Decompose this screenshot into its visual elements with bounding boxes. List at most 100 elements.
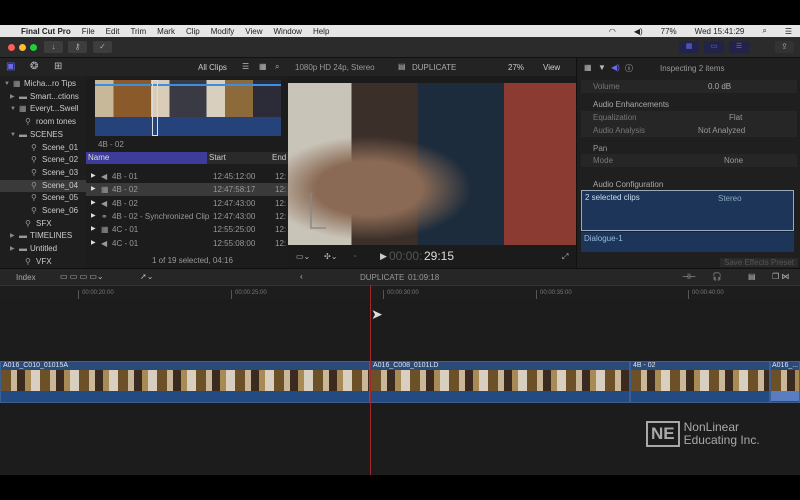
video-inspector-icon[interactable]: ▦ bbox=[584, 63, 592, 72]
table-row[interactable]: ▶ ⚭ 4B - 02 - Synchronized Clip 12:47:43:00… bbox=[86, 210, 288, 223]
sidebar-item[interactable]: ▼ ▦ Everyt...Swell bbox=[0, 103, 86, 115]
timeline-clip[interactable]: A016_C008_0101LD bbox=[370, 361, 630, 403]
menu-help[interactable]: Help bbox=[313, 27, 329, 36]
column-start[interactable]: Start bbox=[209, 152, 226, 164]
timeline-toggle-icon[interactable]: ▭ bbox=[704, 41, 724, 53]
menu-file[interactable]: File bbox=[82, 27, 95, 36]
clock[interactable]: Wed 15:41:29 bbox=[695, 27, 745, 36]
share-icon[interactable]: ⇪ bbox=[775, 41, 794, 53]
sidebar-item[interactable]: ⚲ VFX bbox=[0, 256, 86, 268]
sidebar-item[interactable]: ▼ ▦ Micha...ro Tips bbox=[0, 78, 86, 90]
import-icon[interactable]: ↓ bbox=[44, 41, 63, 53]
titles-icon[interactable]: ⊞ bbox=[54, 61, 62, 72]
selected-clips-group[interactable]: 2 selected clips Stereo bbox=[581, 190, 794, 231]
sidebar-item[interactable]: ⚲ room tones bbox=[0, 116, 86, 128]
close-button[interactable] bbox=[8, 44, 15, 51]
column-end[interactable]: End bbox=[272, 152, 286, 164]
sidebar-item[interactable]: ⚲ Scene_01 bbox=[0, 142, 86, 154]
edit-buttons-icon[interactable]: ▭ ▭ ▭ ▭⌄ bbox=[60, 272, 104, 281]
onscreen-control[interactable] bbox=[310, 193, 326, 229]
table-row[interactable]: ▶ ▦ 4C - 01 12:55:25:00 12: bbox=[86, 223, 288, 236]
sidebar-item[interactable]: ⚲ Scene_05 bbox=[0, 192, 86, 204]
play-button[interactable]: ▶ bbox=[380, 251, 387, 262]
transform-icon[interactable]: ✣⌄ bbox=[324, 252, 337, 261]
disclosure-icon[interactable]: ▶ bbox=[10, 230, 15, 242]
save-effects-preset-button[interactable]: Save Effects Preset bbox=[720, 258, 799, 267]
expand-icon[interactable]: ▶ bbox=[91, 183, 96, 196]
menu-clip[interactable]: Clip bbox=[186, 27, 200, 36]
mode-value[interactable]: None bbox=[724, 154, 743, 167]
timeline-ruler[interactable]: 00:00:20:00 00:00:25:00 00:00:30:00 00:0… bbox=[0, 285, 800, 300]
expand-icon[interactable]: ▶ bbox=[91, 197, 96, 210]
sidebar-item[interactable]: ▼ ▬ SCENES bbox=[0, 129, 86, 141]
browser-toggle-icon[interactable]: ▦ bbox=[679, 41, 699, 53]
info-inspector-icon[interactable]: ⓘ bbox=[625, 63, 633, 74]
viewer-view-menu[interactable]: View bbox=[543, 63, 560, 72]
disclosure-icon[interactable]: ▼ bbox=[4, 78, 10, 90]
timeline-clip[interactable]: A016_C010_01015A bbox=[0, 361, 370, 403]
background-tasks-icon[interactable]: ✓ bbox=[93, 41, 112, 53]
clip-appearance-icon[interactable]: ☰ bbox=[242, 62, 249, 71]
disclosure-icon[interactable]: ▼ bbox=[10, 129, 16, 141]
expand-icon[interactable]: ▶ bbox=[91, 210, 96, 223]
clip-appearance-icon[interactable]: ▤ bbox=[748, 272, 756, 281]
disclosure-icon[interactable]: ▼ bbox=[10, 103, 16, 115]
back-icon[interactable]: ‹ bbox=[300, 272, 303, 281]
disclosure-icon[interactable]: ▶ bbox=[10, 91, 15, 103]
list-icon[interactable]: ☰ bbox=[785, 27, 792, 36]
menu-view[interactable]: View bbox=[245, 27, 262, 36]
disclosure-icon[interactable]: ▶ bbox=[10, 243, 15, 255]
index-button[interactable]: Index bbox=[16, 273, 36, 282]
zoom-button[interactable] bbox=[30, 44, 37, 51]
equalization-row[interactable]: Equalization Flat bbox=[581, 111, 797, 124]
sidebar-item[interactable]: ⚲ Scene_04 bbox=[0, 179, 86, 192]
effects-browser-icon[interactable]: ❐ ⋈ bbox=[772, 272, 789, 281]
column-name[interactable]: Name bbox=[86, 152, 207, 164]
sidebar-item[interactable]: ▶ ▬ Untitled bbox=[0, 243, 86, 255]
wifi-icon[interactable]: ◠ bbox=[609, 27, 616, 36]
volume-value[interactable]: 0.0 dB bbox=[708, 80, 731, 93]
sidebar-item[interactable]: ⚲ Scene_03 bbox=[0, 167, 86, 179]
menu-app[interactable]: Final Cut Pro bbox=[21, 27, 71, 36]
timecode[interactable]: 29:15 bbox=[424, 249, 454, 263]
menu-mark[interactable]: Mark bbox=[157, 27, 175, 36]
table-row[interactable]: ▶ ◀ 4B - 01 12:45:12:00 12: bbox=[86, 170, 288, 183]
sidebar-item[interactable]: ⚲ Scene_06 bbox=[0, 205, 86, 217]
select-tool-icon[interactable]: ➚⌄ bbox=[140, 272, 153, 281]
menu-trim[interactable]: Trim bbox=[130, 27, 146, 36]
view-options-icon[interactable]: ▭⌄ bbox=[296, 252, 310, 261]
menu-window[interactable]: Window bbox=[274, 27, 302, 36]
expand-icon[interactable]: ▶ bbox=[91, 170, 96, 183]
photos-icon[interactable]: ❂ bbox=[30, 61, 38, 72]
volume-row[interactable]: Volume 0.0 dB bbox=[581, 80, 797, 93]
skimming-icon[interactable]: ⊣⊢ bbox=[682, 272, 696, 281]
inspector-toggle-icon[interactable]: ☰ bbox=[729, 41, 749, 53]
menu-edit[interactable]: Edit bbox=[106, 27, 120, 36]
search-icon[interactable]: ⌕ bbox=[275, 62, 279, 72]
video-frame[interactable] bbox=[288, 83, 576, 245]
battery-percent[interactable]: 77% bbox=[661, 27, 677, 36]
volume-icon[interactable]: ◀) bbox=[634, 27, 643, 36]
film-icon[interactable]: ▦ bbox=[259, 62, 267, 71]
analysis-row[interactable]: Audio Analysis Not Analyzed bbox=[581, 124, 797, 137]
audio-inspector-icon[interactable]: ◀) bbox=[611, 63, 620, 72]
libraries-icon[interactable]: ▣ bbox=[6, 61, 15, 72]
expand-icon[interactable]: ▶ bbox=[91, 237, 96, 250]
viewer-zoom[interactable]: 27% bbox=[508, 63, 524, 72]
audio-skimming-icon[interactable]: 🎧 bbox=[712, 272, 722, 281]
clip-filter[interactable]: All Clips bbox=[198, 63, 227, 72]
search-icon[interactable]: ⌕ bbox=[762, 26, 766, 36]
pan-mode-row[interactable]: Mode None bbox=[581, 154, 797, 167]
keywords-icon[interactable]: ⚷ bbox=[68, 41, 87, 53]
skimmer-selection[interactable] bbox=[152, 80, 158, 136]
sidebar-item[interactable]: ⚲ Scene_02 bbox=[0, 154, 86, 166]
color-inspector-icon[interactable]: ▼ bbox=[598, 63, 606, 72]
speed-icon[interactable]: ◔ bbox=[352, 252, 357, 261]
sidebar-item[interactable]: ▶ ▬ Smart...ctions bbox=[0, 91, 86, 103]
selected-clips-label[interactable]: 2 selected clips bbox=[585, 193, 640, 202]
fullscreen-icon[interactable]: ⤢ bbox=[562, 252, 568, 262]
menu-modify[interactable]: Modify bbox=[211, 27, 235, 36]
timeline[interactable]: A016_C010_01015A A016_C008_0101LD 4B - 0… bbox=[0, 285, 800, 475]
table-row[interactable]: ▶ ◀ 4B - 02 12:47:43:00 12: bbox=[86, 197, 288, 210]
minimize-button[interactable] bbox=[19, 44, 26, 51]
